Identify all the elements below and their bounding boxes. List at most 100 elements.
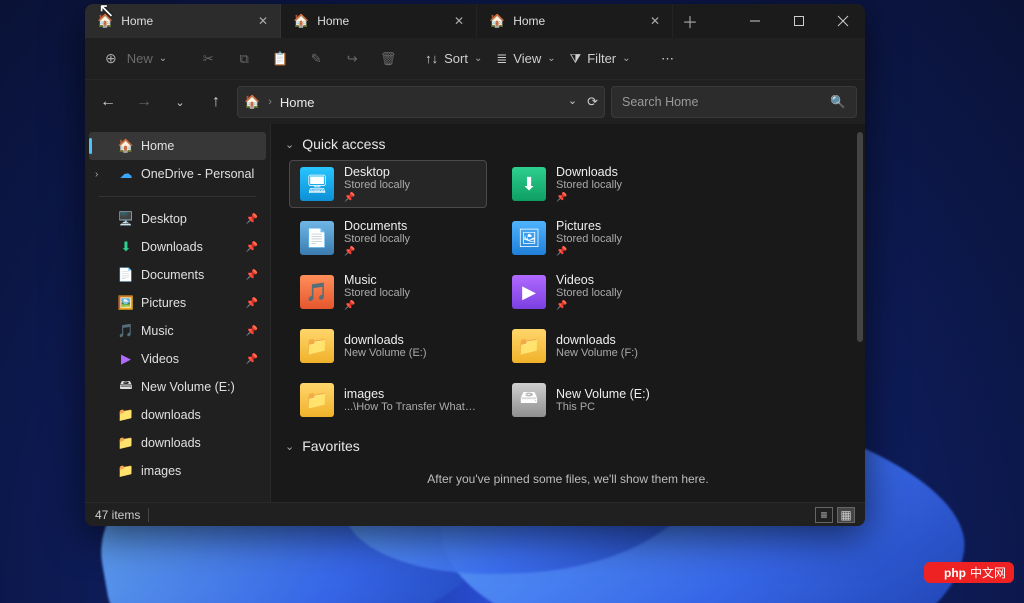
drive-icon: 🖴 <box>512 383 546 417</box>
folder-icon: 📁 <box>512 329 546 363</box>
quick-access-tile[interactable]: 📄 Documents Stored locally 📌 <box>289 214 487 262</box>
tile-name: images <box>344 387 476 401</box>
sort-button[interactable]: ↑↓Sort⌄ <box>419 44 488 74</box>
tab-home[interactable]: 🏠 Home ✕ <box>477 4 673 38</box>
quick-access-tile[interactable]: 🖴 New Volume (E:) This PC <box>501 376 699 424</box>
download-icon: ⬇ <box>512 167 546 201</box>
sidebar-item[interactable]: 🖴 New Volume (E:) <box>89 373 266 401</box>
titlebar: 🏠 Home ✕🏠 Home ✕🏠 Home ✕ ＋ <box>85 4 865 38</box>
folder-icon: 📁 <box>117 463 135 479</box>
sidebar-item-label: Desktop <box>141 212 187 226</box>
new-button[interactable]: New⌄ <box>95 44 177 74</box>
search-icon: 🔍 <box>830 95 846 110</box>
sidebar-item[interactable]: 🎵 Music 📌 <box>89 317 266 345</box>
cut-button[interactable]: ✂ <box>191 44 225 74</box>
folder-icon: 🖴 <box>117 376 135 398</box>
paste-button[interactable]: 📋 <box>263 44 297 74</box>
pin-icon: 📌 <box>344 192 410 203</box>
quick-access-tile[interactable]: 📁 downloads New Volume (F:) <box>501 322 699 370</box>
sidebar-item[interactable]: 📄 Documents 📌 <box>89 261 266 289</box>
sidebar-item-label: New Volume (E:) <box>141 380 235 394</box>
window-close-button[interactable] <box>821 4 865 38</box>
tile-subtitle: This PC <box>556 401 650 413</box>
home-icon: 🏠 <box>293 13 309 29</box>
copy-button[interactable]: ⧉ <box>227 44 261 74</box>
view-button[interactable]: ≣View⌄ <box>490 44 561 74</box>
rename-button[interactable]: ✎ <box>299 44 333 74</box>
quick-access-tile[interactable]: 📁 downloads New Volume (E:) <box>289 322 487 370</box>
tile-subtitle: Stored locally <box>556 179 622 191</box>
sidebar-item[interactable]: 📁 downloads <box>89 401 266 429</box>
quick-access-tile[interactable]: 🎵 Music Stored locally 📌 <box>289 268 487 316</box>
address-bar[interactable]: 🏠 › Home ⌄ ⟳ <box>237 86 605 118</box>
quick-access-tile[interactable]: 🖼 Pictures Stored locally 📌 <box>501 214 699 262</box>
sidebar-item-onedrive[interactable]: › ☁ OneDrive - Personal <box>89 160 266 188</box>
status-item-count: 47 items <box>95 508 140 522</box>
tile-name: Desktop <box>344 165 410 179</box>
folder-icon: 🎵 <box>117 323 135 339</box>
new-tab-button[interactable]: ＋ <box>673 4 707 38</box>
watermark-badge: 中文网 <box>924 562 1014 583</box>
tab-close-button[interactable]: ✕ <box>650 14 660 28</box>
tab-label: Home <box>121 14 153 28</box>
home-icon: 🏠 <box>244 94 260 110</box>
pin-icon: 📌 <box>556 246 622 257</box>
pin-icon: 📌 <box>246 326 258 337</box>
favorites-header[interactable]: ⌄ Favorites <box>285 438 851 454</box>
sidebar-item[interactable]: 🖥️ Desktop 📌 <box>89 205 266 233</box>
refresh-button[interactable]: ⟳ <box>587 94 598 110</box>
folder-icon: 🖼️ <box>117 295 135 311</box>
quick-access-header[interactable]: ⌄ Quick access <box>285 136 851 152</box>
tile-name: downloads <box>344 333 427 347</box>
quick-access-tile[interactable]: ▶ Videos Stored locally 📌 <box>501 268 699 316</box>
share-button[interactable]: ↪ <box>335 44 369 74</box>
tab-close-button[interactable]: ✕ <box>258 14 268 28</box>
filter-button[interactable]: ⧩Filter⌄ <box>564 44 637 74</box>
delete-button[interactable]: 🗑 <box>371 44 405 74</box>
tile-subtitle: Stored locally <box>344 233 410 245</box>
chevron-right-icon[interactable]: › <box>95 169 98 180</box>
nav-recent-button[interactable]: ⌄ <box>165 87 195 117</box>
file-explorer-window: 🏠 Home ✕🏠 Home ✕🏠 Home ✕ ＋ New⌄ ✂ ⧉ 📋 ✎ … <box>85 4 865 526</box>
nav-back-button[interactable]: ← <box>93 87 123 117</box>
sidebar-item-label: Videos <box>141 352 179 366</box>
paste-icon: 📋 <box>272 51 288 67</box>
tile-subtitle: Stored locally <box>556 233 622 245</box>
nav-up-button[interactable]: ↑ <box>201 87 231 117</box>
pin-icon: 📌 <box>246 214 258 225</box>
sidebar-item-label: Music <box>141 324 174 338</box>
view-icon: ≣ <box>496 51 507 67</box>
sidebar-item[interactable]: ⬇ Downloads 📌 <box>89 233 266 261</box>
quick-access-tile[interactable]: 📁 images ...\How To Transfer Whats... <box>289 376 487 424</box>
sidebar-item[interactable]: 🖼️ Pictures 📌 <box>89 289 266 317</box>
sidebar-item-home[interactable]: 🏠 Home <box>89 132 266 160</box>
sidebar-item[interactable]: ▶ Videos 📌 <box>89 345 266 373</box>
quick-access-tile[interactable]: 🖥 Desktop Stored locally 📌 <box>289 160 487 208</box>
vertical-scrollbar[interactable] <box>857 132 863 502</box>
tab-home[interactable]: 🏠 Home ✕ <box>281 4 477 38</box>
nav-forward-button[interactable]: → <box>129 87 159 117</box>
quick-access-tile[interactable]: ⬇ Downloads Stored locally 📌 <box>501 160 699 208</box>
sidebar-item-label: Home <box>141 139 174 153</box>
tile-name: Music <box>344 273 410 287</box>
folder-icon: 📁 <box>300 329 334 363</box>
chevron-down-icon: ⌄ <box>285 138 294 151</box>
window-maximize-button[interactable] <box>777 4 821 38</box>
sidebar-item[interactable]: 📁 downloads <box>89 429 266 457</box>
sort-icon: ↑↓ <box>425 51 438 66</box>
pin-icon: 📌 <box>246 242 258 253</box>
chevron-down-icon: ⌄ <box>285 440 294 453</box>
tab-label: Home <box>317 14 349 28</box>
sidebar-item-label: OneDrive - Personal <box>141 167 254 181</box>
more-button[interactable]: ⋯ <box>651 44 685 74</box>
sidebar-item[interactable]: 📁 images <box>89 457 266 485</box>
breadcrumb-home[interactable]: Home <box>280 95 315 110</box>
tab-close-button[interactable]: ✕ <box>454 14 464 28</box>
details-view-button[interactable]: ≡ <box>815 507 833 523</box>
search-box[interactable]: Search Home 🔍 <box>611 86 857 118</box>
tile-name: downloads <box>556 333 638 347</box>
video-icon: ▶ <box>512 275 546 309</box>
window-minimize-button[interactable] <box>733 4 777 38</box>
tiles-view-button[interactable]: ▦ <box>837 507 855 523</box>
address-chevron-down-icon[interactable]: ⌄ <box>568 94 577 110</box>
